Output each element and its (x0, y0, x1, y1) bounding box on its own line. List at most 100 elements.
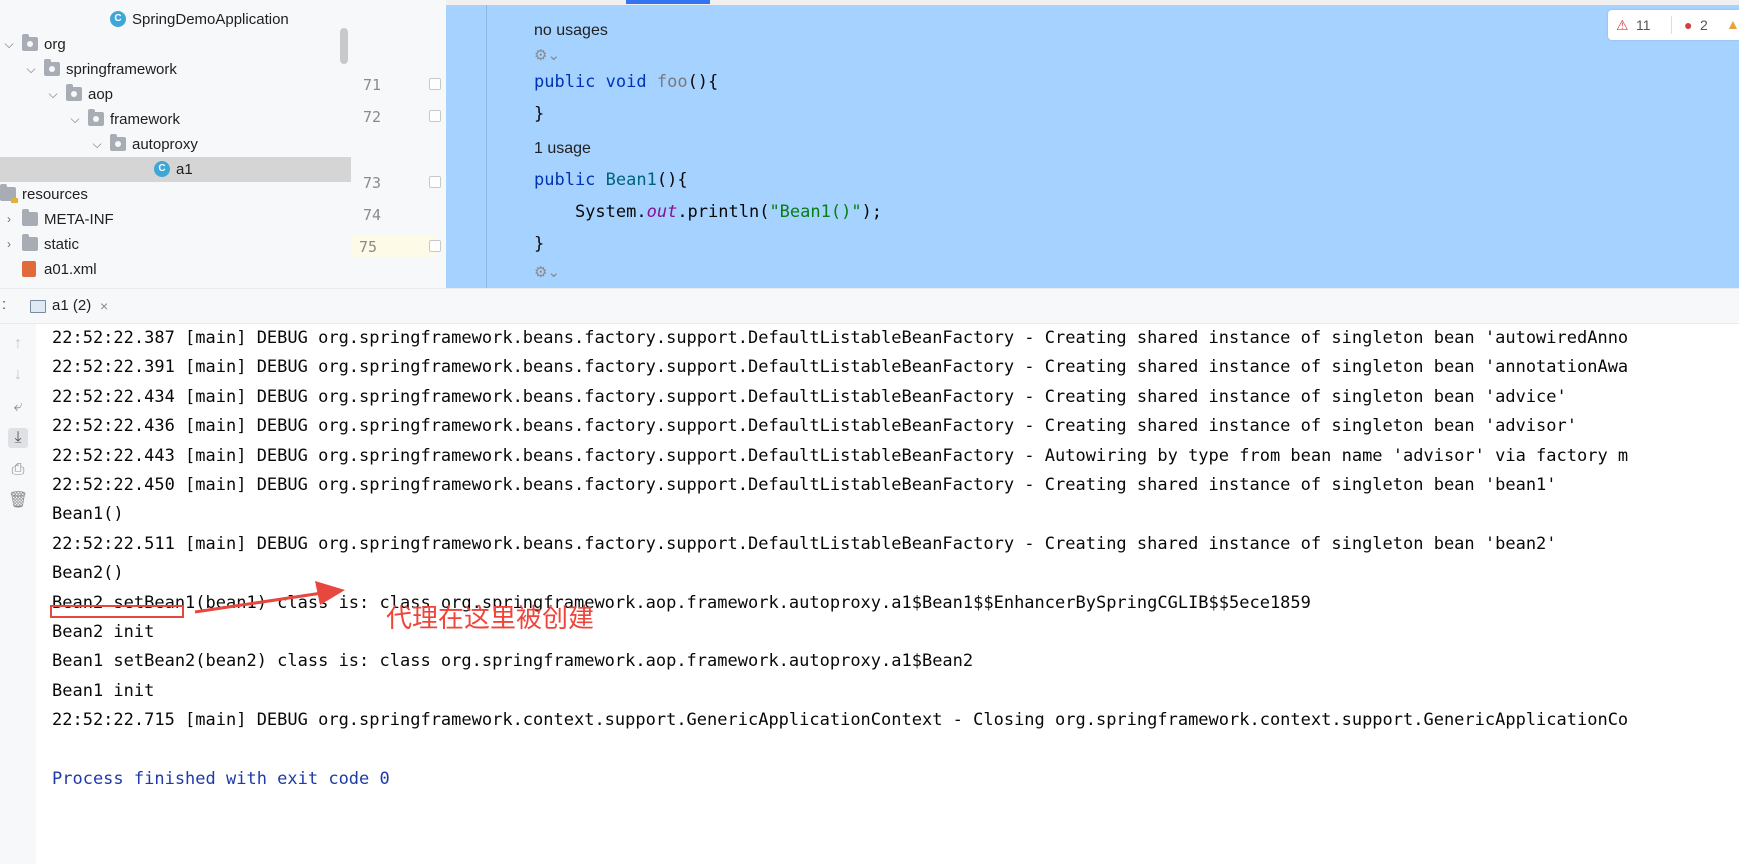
scroll-down-icon[interactable]: ↓ (8, 365, 28, 385)
project-tree[interactable]: C SpringDemoApplication ⌵ org ⌵ springframewo… (0, 0, 351, 288)
indent-guide (486, 5, 487, 288)
package-icon (44, 59, 60, 76)
code-vision-icon[interactable]: ⚙⌄ (534, 263, 560, 281)
code-line[interactable]: } (534, 234, 544, 254)
usage-hint[interactable]: no usages (534, 22, 608, 40)
tree-item-label: SpringDemoApplication (132, 11, 289, 28)
tree-item-label: springframework (66, 61, 177, 78)
package-icon (22, 34, 38, 51)
chevron-down-icon[interactable]: ⌵ (46, 82, 60, 107)
chevron-right-icon[interactable]: › (2, 232, 16, 257)
fold-marker-icon[interactable] (429, 78, 441, 90)
tree-item-springframework[interactable]: ⌵ springframework (0, 57, 351, 82)
console-line: Bean1 init (52, 680, 155, 701)
package-icon (66, 84, 82, 101)
folder-icon (22, 234, 38, 251)
fold-marker-icon[interactable] (429, 110, 441, 122)
package-icon (110, 134, 126, 151)
active-tab-indicator (626, 0, 710, 4)
fold-marker-icon[interactable] (429, 240, 441, 252)
tree-item-label: framework (110, 111, 181, 128)
code-line[interactable]: System.out.println("Bean1()"); (534, 202, 882, 222)
code-line[interactable]: public Bean1(){ (534, 170, 688, 190)
code-token: .println( (677, 202, 770, 222)
code-token: void (605, 72, 657, 92)
line-number: 74 (362, 206, 381, 224)
trash-icon[interactable]: 🗑 (8, 491, 28, 511)
chevron-right-icon[interactable]: › (2, 207, 16, 232)
run-tool-window-header: : a1 (2) × (0, 288, 1739, 324)
code-line[interactable]: public void foo(){ (534, 72, 718, 92)
error-count: 2 (1700, 17, 1708, 33)
console-line: 22:52:22.443 [main] DEBUG org.springfram… (52, 445, 1629, 466)
console-output[interactable]: 22:52:22.387 [main] DEBUG org.springfram… (36, 324, 1739, 864)
console-line: Bean2 init (52, 622, 155, 642)
class-icon: C (110, 11, 126, 27)
code-token: foo (656, 72, 688, 92)
code-token: Bean1 (605, 170, 657, 190)
xml-file-icon (22, 261, 36, 277)
annotation-highlight-box (50, 605, 184, 618)
code-token: out (646, 202, 678, 222)
console-line: Bean2 setBean1(bean1) class is: class or… (52, 592, 1311, 613)
console-line: 22:52:22.511 [main] DEBUG org.springfram… (52, 533, 1557, 554)
tree-item-label: static (44, 236, 80, 253)
tree-item-label: org (44, 36, 66, 53)
line-number: 71 (362, 76, 381, 94)
print-icon[interactable]: ⎙ (8, 460, 28, 480)
code-line[interactable]: } (534, 104, 544, 124)
tree-item-label: a1 (176, 161, 193, 178)
editor-gutter: 71 72 73 74 75 (351, 0, 446, 288)
code-token: "Bean1()" (769, 202, 862, 222)
folder-icon (22, 209, 38, 226)
tree-item-a01-xml[interactable]: a01.xml (0, 257, 351, 282)
code-token: (){ (687, 72, 719, 92)
close-tab-icon[interactable]: × (100, 293, 108, 319)
chevron-down-icon[interactable]: ⌵ (2, 32, 16, 57)
divider (1671, 16, 1672, 34)
code-token: public (534, 72, 606, 92)
tree-item-a1[interactable]: Ca1 (0, 157, 351, 182)
soft-wrap-icon[interactable]: ⤶ (8, 397, 28, 417)
scroll-to-end-icon[interactable]: ⤓ (8, 428, 28, 448)
console-line: 22:52:22.387 [main] DEBUG org.springfram… (52, 328, 1629, 348)
tree-item-autoproxy[interactable]: ⌵ autoproxy (0, 132, 351, 157)
usage-hint[interactable]: 1 usage (534, 140, 591, 158)
console-line: Bean2() (52, 563, 124, 584)
tree-item-static[interactable]: › static (0, 232, 351, 257)
fold-marker-icon[interactable] (429, 176, 441, 188)
package-icon (88, 109, 104, 126)
code-editor[interactable]: no usages ⚙⌄ public void foo(){} 1 usage pub… (446, 0, 1739, 288)
toolbar-separator: : (2, 296, 7, 313)
inspections-widget[interactable]: ⚠ 11 ● 2 ▲ (1608, 10, 1739, 40)
console-line: 22:52:22.391 [main] DEBUG org.springfram… (52, 357, 1629, 378)
chevron-down-icon[interactable]: ⌵ (24, 57, 38, 82)
code-token: ); (861, 202, 883, 222)
code-token: } (534, 104, 545, 124)
tree-item-framework[interactable]: ⌵ framework (0, 107, 351, 132)
scroll-up-icon[interactable]: ↑ (8, 334, 28, 354)
tree-item-aop[interactable]: ⌵ aop (0, 82, 351, 107)
chevron-down-icon[interactable]: ⌵ (68, 107, 82, 132)
console-line: Bean1() (52, 504, 124, 525)
console-line: 22:52:22.450 [main] DEBUG org.springfram… (52, 475, 1557, 495)
line-number: 72 (362, 108, 381, 126)
code-vision-icon[interactable]: ⚙⌄ (534, 46, 560, 64)
tree-scrollbar-thumb[interactable] (340, 28, 348, 64)
tree-item-resources[interactable]: ⌵resources (0, 182, 351, 207)
warning-count: 11 (1636, 17, 1651, 33)
tree-item-springdemoapplication[interactable]: C SpringDemoApplication (0, 7, 351, 32)
tree-item-meta-inf[interactable]: › META-INF (0, 207, 351, 232)
tree-item-label: META-INF (44, 211, 114, 228)
code-token: (){ (656, 170, 688, 190)
chevron-down-icon[interactable]: ⌵ (90, 132, 104, 157)
tree-item-label: resources (22, 186, 88, 203)
tree-item-org[interactable]: ⌵ org (0, 32, 351, 57)
console-line: 22:52:22.715 [main] DEBUG org.springfram… (52, 710, 1629, 731)
tree-item-label: autoproxy (132, 136, 198, 153)
console-line: Bean1 setBean2(bean2) class is: class or… (52, 651, 974, 672)
code-token: System. (534, 202, 647, 222)
warning-icon: ⚠ (1616, 17, 1629, 33)
code-token: } (534, 234, 545, 254)
error-icon: ● (1684, 17, 1693, 33)
